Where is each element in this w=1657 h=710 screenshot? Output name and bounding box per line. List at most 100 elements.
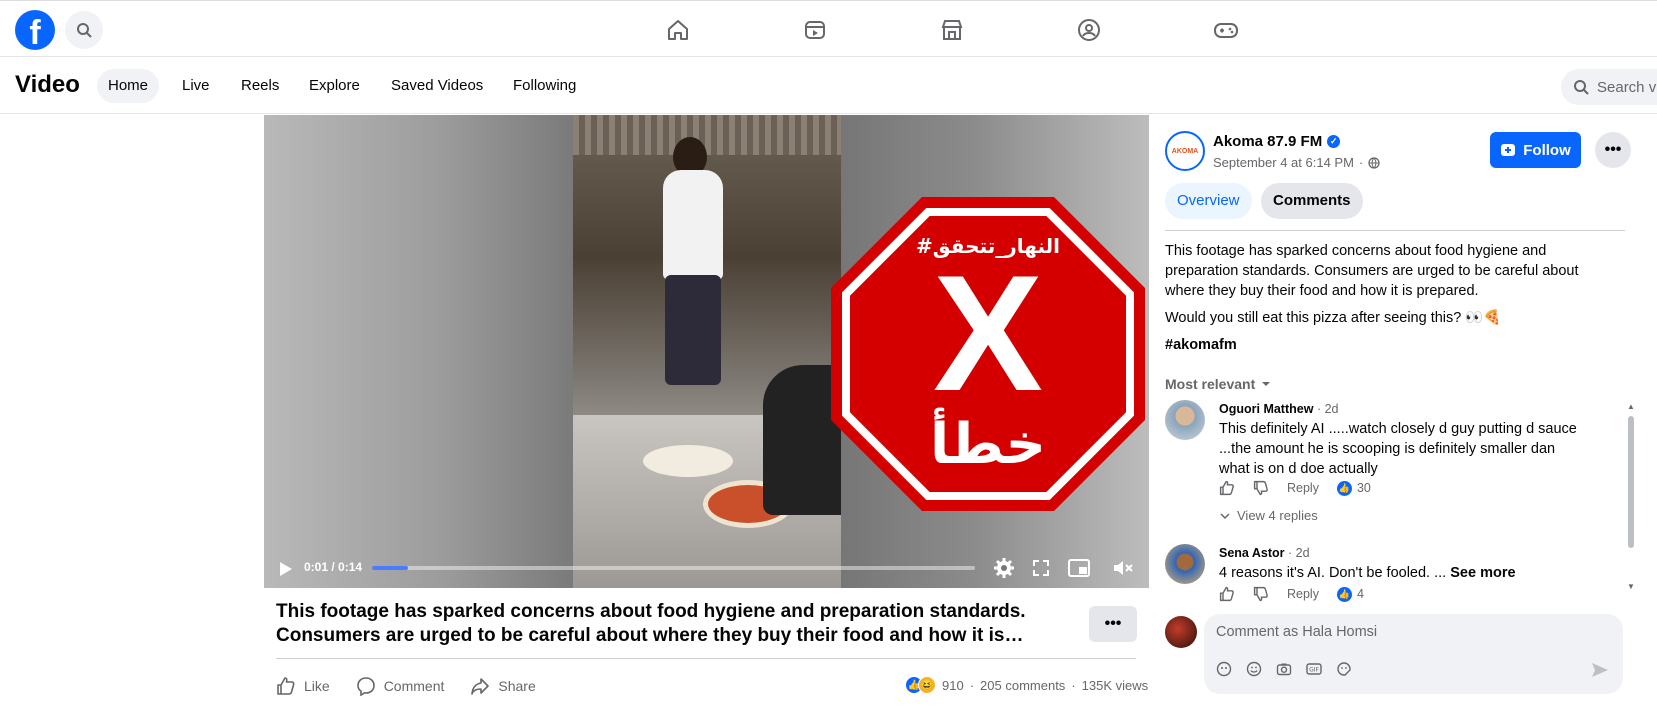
comment-icon (356, 677, 375, 696)
verified-badge-icon: ✓ (1327, 135, 1341, 148)
tab-reels[interactable]: Reels (230, 69, 290, 103)
comment-like-count[interactable]: 👍 4 (1336, 586, 1364, 602)
comment-item: Sena Astor · 2d 4 reasons it's AI. Don't… (1165, 544, 1605, 624)
comment-age: · 2d (1288, 546, 1310, 560)
post-description: This footage has sparked concerns about … (1165, 241, 1605, 362)
groups-nav-button[interactable] (1075, 16, 1103, 44)
more-options-button[interactable]: ••• (1089, 606, 1137, 642)
reply-button[interactable]: Reply (1287, 481, 1319, 495)
scrollbar-thumb[interactable] (1628, 416, 1634, 548)
post-timestamp[interactable]: September 4 at 6:14 PM · (1213, 155, 1380, 170)
comment-count[interactable]: 205 comments (980, 678, 1065, 693)
reaction-icons[interactable]: 👍 😆 (905, 676, 936, 694)
like-button[interactable]: Like (276, 676, 330, 696)
facebook-logo[interactable]: f (15, 10, 55, 50)
thumbs-down-icon[interactable] (1253, 480, 1269, 496)
emoji-icon[interactable] (1246, 661, 1262, 677)
like-badge-icon: 👍 (1336, 586, 1352, 602)
page-name-link[interactable]: Akoma 87.9 FM ✓ (1213, 133, 1341, 150)
commenter-name[interactable]: Oguori Matthew · 2d (1219, 402, 1338, 416)
camera-icon[interactable] (1276, 661, 1292, 677)
share-button[interactable]: Share (470, 676, 536, 696)
post-date-text: September 4 at 6:14 PM (1213, 155, 1354, 170)
post-actions: Like Comment Share (276, 672, 536, 700)
comment-button[interactable]: Comment (356, 676, 444, 696)
post-options-button[interactable]: ••• (1595, 132, 1631, 168)
video-person-body (663, 170, 723, 280)
comment-actions: Reply 👍 4 (1219, 586, 1364, 602)
page-avatar-logo: AKOMA (1171, 147, 1199, 155)
haha-reaction-icon: 😆 (918, 676, 936, 694)
tab-live[interactable]: Live (171, 69, 221, 103)
fullscreen-icon[interactable] (1032, 559, 1050, 577)
view-replies-button[interactable]: View 4 replies (1220, 508, 1318, 523)
settings-icon[interactable] (994, 558, 1014, 578)
video-roof (573, 115, 841, 155)
view-replies-label: View 4 replies (1237, 508, 1318, 523)
gaming-nav-button[interactable] (1212, 16, 1240, 44)
like-badge-icon: 👍 (1336, 480, 1352, 496)
scroll-up-icon[interactable]: ▲ (1627, 402, 1635, 411)
send-icon[interactable] (1591, 662, 1609, 678)
chevron-down-icon (1220, 512, 1230, 519)
tab-following[interactable]: Following (502, 69, 587, 103)
share-label: Share (498, 678, 536, 694)
follow-page-icon (1501, 144, 1516, 156)
tab-saved-videos[interactable]: Saved Videos (380, 69, 494, 103)
tab-overview[interactable]: Overview (1165, 183, 1252, 219)
post-stats: 👍 😆 910 · 205 comments · 135K views (905, 676, 1148, 694)
video-search-input[interactable]: Search vid (1561, 69, 1657, 105)
page-avatar[interactable]: AKOMA (1165, 131, 1205, 171)
search-button[interactable] (65, 11, 103, 49)
tab-comments[interactable]: Comments (1261, 183, 1363, 219)
chevron-down-icon (1262, 382, 1271, 386)
avatar-sticker-icon[interactable] (1216, 661, 1232, 677)
share-icon (471, 678, 490, 695)
video-player[interactable]: #النهار_تتحقق X خطأ (264, 115, 1149, 588)
commenter-name[interactable]: Sena Astor · 2d (1219, 546, 1310, 560)
current-user-avatar[interactable] (1165, 616, 1197, 648)
comment-composer[interactable]: Comment as Hala Homsi GIF (1204, 614, 1623, 694)
sort-label: Most relevant (1165, 376, 1256, 392)
page-name: Akoma 87.9 FM (1213, 133, 1323, 150)
play-icon[interactable] (279, 561, 293, 577)
hashtag-link[interactable]: #akomafm (1165, 335, 1605, 355)
divider (1165, 230, 1625, 231)
comment-actions: Reply 👍 30 (1219, 480, 1371, 496)
commenter-name-text: Sena Astor (1219, 546, 1285, 560)
video-icon (805, 21, 825, 39)
false-claim-stop-sign: #النهار_تتحقق X خطأ (831, 197, 1145, 511)
comment-sort-dropdown[interactable]: Most relevant (1165, 376, 1271, 392)
caption-line-2: Consumers are urged to be careful about … (276, 625, 1024, 646)
video-person-legs (665, 275, 721, 385)
thumbs-down-icon[interactable] (1253, 586, 1269, 602)
tab-home[interactable]: Home (97, 69, 160, 103)
tab-explore[interactable]: Explore (298, 69, 371, 103)
commenter-avatar[interactable] (1165, 400, 1205, 440)
follow-button[interactable]: Follow (1490, 132, 1581, 168)
sticker-icon[interactable] (1336, 661, 1352, 677)
search-placeholder: Search vid (1597, 78, 1657, 96)
search-icon (1574, 80, 1589, 95)
see-more-link[interactable]: See more (1450, 565, 1515, 581)
caption-line-1: This footage has sparked concerns about … (276, 601, 1026, 622)
video-frame (573, 115, 841, 588)
comment-like-count-text: 30 (1356, 481, 1371, 495)
video-nav-button[interactable] (801, 16, 829, 44)
comment-input[interactable]: Comment as Hala Homsi (1216, 624, 1377, 640)
video-progress-bar[interactable] (372, 566, 975, 570)
muted-volume-icon[interactable] (1112, 558, 1134, 578)
comment-age: · 2d (1316, 402, 1339, 416)
marketplace-nav-button[interactable] (938, 16, 966, 44)
home-nav-button[interactable] (664, 16, 692, 44)
comments-scrollbar[interactable]: ▲ ▼ (1626, 402, 1636, 595)
thumbs-up-icon[interactable] (1219, 586, 1235, 602)
reply-button[interactable]: Reply (1287, 587, 1319, 601)
picture-in-picture-icon[interactable] (1068, 558, 1090, 578)
scroll-down-icon[interactable]: ▼ (1627, 582, 1635, 591)
reaction-count[interactable]: 910 (942, 678, 964, 693)
comment-like-count[interactable]: 👍 30 (1336, 480, 1371, 496)
commenter-avatar[interactable] (1165, 544, 1205, 584)
gif-icon[interactable]: GIF (1306, 661, 1322, 677)
thumbs-up-icon[interactable] (1219, 480, 1235, 496)
